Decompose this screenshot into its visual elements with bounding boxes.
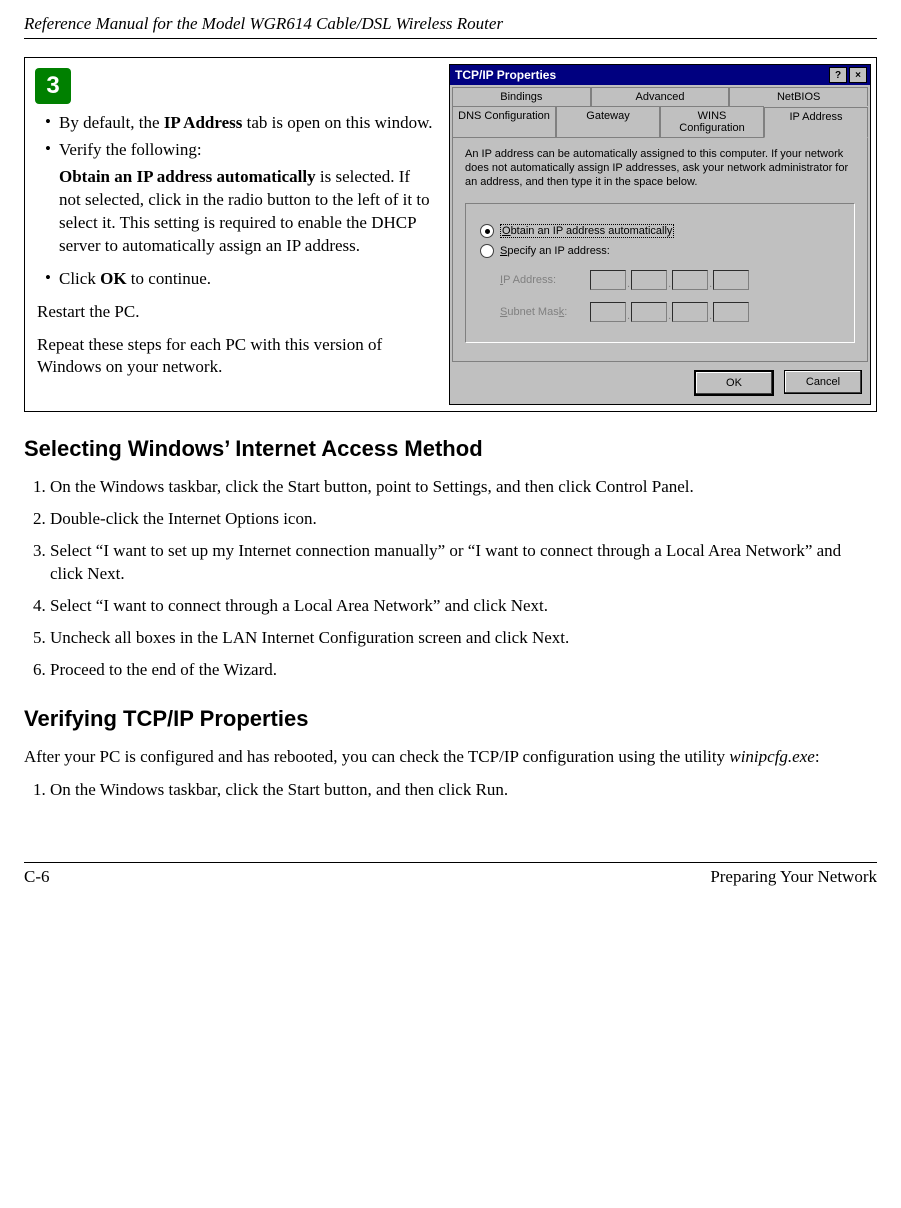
plain-text: Restart the PC. [37, 301, 435, 324]
running-header: Reference Manual for the Model WGR614 Ca… [24, 0, 877, 39]
list-item: Double-click the Internet Options icon. [50, 508, 877, 531]
bullet-subtext: Obtain an IP address automatically is se… [59, 166, 435, 258]
step-number-badge: 3 [35, 68, 71, 104]
bullet-icon: • [45, 112, 59, 135]
list-item: Uncheck all boxes in the LAN Internet Co… [50, 627, 877, 650]
tab-ip-address[interactable]: IP Address [764, 107, 868, 138]
cancel-button[interactable]: Cancel [784, 370, 862, 394]
radio-specify[interactable]: Specify an IP address: [480, 244, 840, 258]
dialog-description: An IP address can be automatically assig… [465, 148, 855, 189]
tcpip-properties-dialog: TCP/IP Properties ? × Bindings Advanced … [449, 64, 871, 405]
screenshot-column: TCP/IP Properties ? × Bindings Advanced … [445, 58, 875, 411]
tab-netbios[interactable]: NetBIOS [729, 87, 868, 106]
tab-row-back: Bindings Advanced NetBIOS [452, 87, 868, 106]
section-heading-verifying: Verifying TCP/IP Properties [24, 706, 877, 732]
list-item: On the Windows taskbar, click the Start … [50, 476, 877, 499]
ip-address-field: IP Address: . . . [500, 270, 840, 290]
radio-label: Obtain an IP address automatically [500, 224, 674, 238]
dialog-titlebar: TCP/IP Properties ? × [450, 65, 870, 85]
tab-advanced[interactable]: Advanced [591, 87, 730, 106]
ordered-steps-selecting: On the Windows taskbar, click the Start … [28, 476, 877, 682]
radio-icon [480, 244, 494, 258]
radio-obtain-auto[interactable]: Obtain an IP address automatically [480, 224, 840, 238]
ip-address-input: . . . [590, 270, 749, 290]
ip-mode-groupbox: Obtain an IP address automatically Speci… [465, 203, 855, 343]
page-footer: C-6 Preparing Your Network [24, 862, 877, 887]
section-name: Preparing Your Network [710, 867, 877, 887]
help-button[interactable]: ? [829, 67, 847, 83]
list-item: Select “I want to connect through a Loca… [50, 595, 877, 618]
dialog-button-row: OK Cancel [452, 362, 868, 402]
tab-dns-configuration[interactable]: DNS Configuration [452, 106, 556, 137]
tab-gateway[interactable]: Gateway [556, 106, 660, 137]
list-item: On the Windows taskbar, click the Start … [50, 779, 877, 802]
tab-row-front: DNS Configuration Gateway WINS Configura… [452, 106, 868, 137]
radio-label: Specify an IP address: [500, 245, 610, 257]
bullet-text: Click OK to continue. [59, 268, 435, 291]
ok-button[interactable]: OK [694, 370, 774, 396]
field-label: IP Address: [500, 274, 590, 286]
bullet-icon: • [45, 268, 59, 291]
ordered-steps-verifying: On the Windows taskbar, click the Start … [28, 779, 877, 802]
bullet-text: By default, the IP Address tab is open o… [59, 112, 435, 135]
step-row: 3 • By default, the IP Address tab is op… [24, 57, 877, 412]
close-button[interactable]: × [849, 67, 867, 83]
subnet-mask-input: . . . [590, 302, 749, 322]
bullet-icon: • [45, 139, 59, 162]
plain-text: Repeat these steps for each PC with this… [37, 334, 435, 380]
section-heading-selecting: Selecting Windows’ Internet Access Metho… [24, 436, 877, 462]
header-title: Reference Manual for the Model WGR614 Ca… [24, 14, 503, 33]
paragraph: After your PC is configured and has rebo… [24, 746, 877, 769]
tab-page-ip-address: An IP address can be automatically assig… [452, 137, 868, 362]
list-item: Select “I want to set up my Internet con… [50, 540, 877, 586]
page-number: C-6 [24, 867, 50, 887]
field-label: Subnet Mask: [500, 306, 590, 318]
radio-icon [480, 224, 494, 238]
dialog-title: TCP/IP Properties [453, 68, 827, 82]
list-item: Proceed to the end of the Wizard. [50, 659, 877, 682]
bullet-text: Verify the following: [59, 139, 435, 162]
tab-wins-configuration[interactable]: WINS Configuration [660, 106, 764, 137]
step-instructions: 3 • By default, the IP Address tab is op… [25, 58, 445, 411]
tab-bindings[interactable]: Bindings [452, 87, 591, 106]
subnet-mask-field: Subnet Mask: . . . [500, 302, 840, 322]
